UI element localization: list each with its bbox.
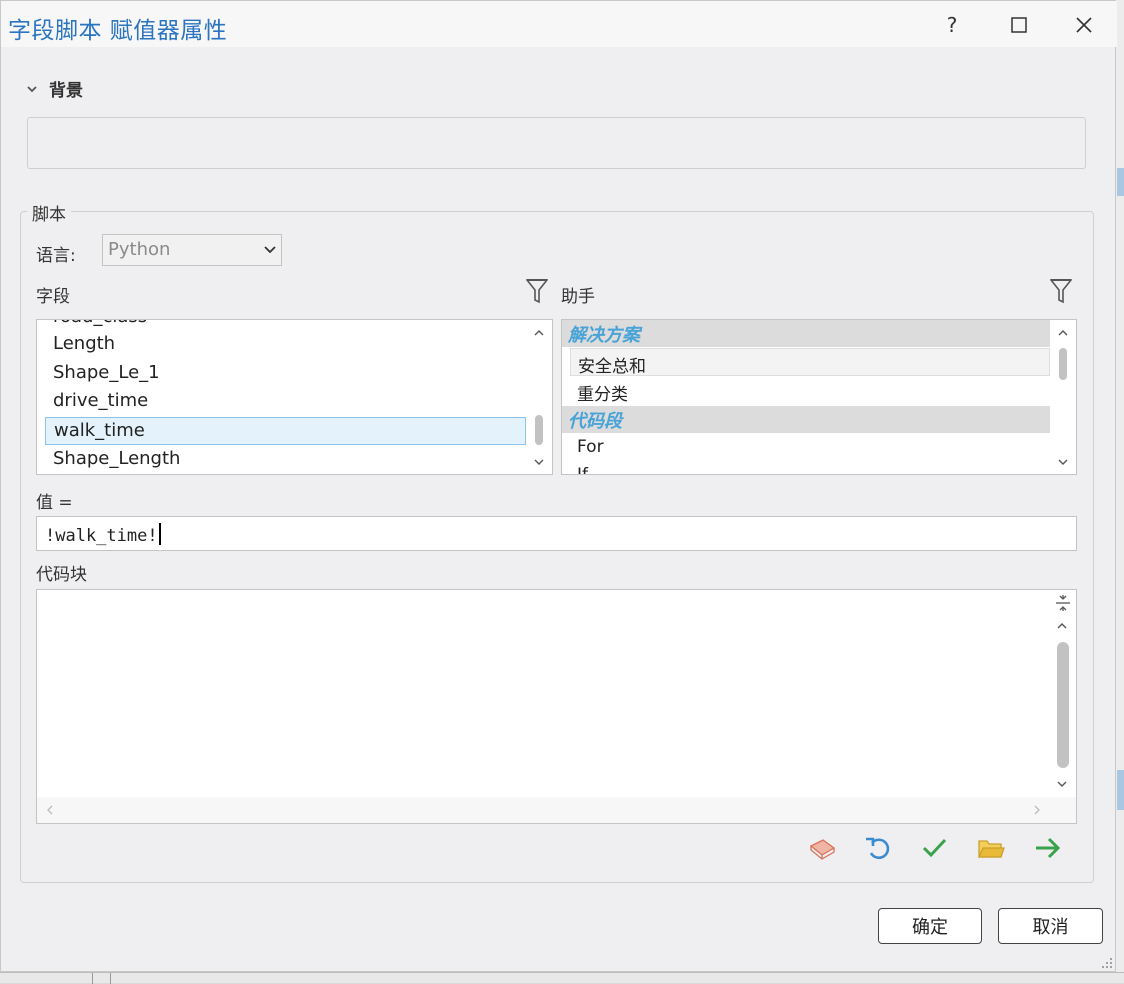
text-caret (158, 523, 161, 545)
chevron-down-icon[interactable] (534, 457, 544, 467)
helper-category: 解决方案 (562, 320, 1051, 347)
code-block-editor[interactable] (36, 589, 1077, 824)
value-expression-input[interactable]: !walk_time! (36, 516, 1077, 551)
scrollbar[interactable] (526, 320, 552, 474)
chevron-down-icon (27, 85, 37, 92)
resize-grip-icon[interactable] (1099, 955, 1113, 969)
description-section-toggle[interactable]: 背景 (27, 76, 83, 101)
value-label: 值 = (36, 493, 73, 513)
language-value: Python (108, 239, 171, 260)
check-icon[interactable] (920, 834, 950, 862)
description-section-label: 背景 (49, 81, 83, 101)
background-highlight (1117, 770, 1124, 810)
chevron-down-icon (264, 246, 276, 254)
helper-item[interactable]: For (570, 434, 1050, 462)
background-window (0, 972, 1124, 984)
description-field[interactable] (27, 117, 1086, 169)
helper-item[interactable]: 重分类 (570, 377, 1050, 405)
list-item[interactable]: drive_time (45, 388, 526, 416)
list-item-selected[interactable]: walk_time (45, 417, 526, 445)
field-script-dialog: 字段脚本 赋值器属性 ? 背景 脚本 语言: Python 字段 助手 road… (0, 0, 1117, 972)
chevron-left-icon[interactable] (45, 805, 55, 815)
fields-label: 字段 (36, 287, 70, 307)
code-block-label: 代码块 (36, 565, 87, 585)
filter-icon[interactable] (1050, 278, 1072, 304)
chevron-up-icon[interactable] (534, 328, 544, 338)
horizontal-scrollbar[interactable] (37, 797, 1076, 823)
folder-icon[interactable] (976, 834, 1006, 862)
close-button[interactable] (1064, 9, 1104, 41)
close-icon (1076, 17, 1092, 33)
scrollbar[interactable] (1048, 590, 1076, 798)
helper-list[interactable]: 解决方案 安全总和 重分类 代码段 For If (561, 319, 1077, 475)
helper-label: 助手 (561, 287, 595, 307)
scrollbar-thumb[interactable] (535, 415, 543, 445)
scrollbar-thumb[interactable] (1059, 348, 1067, 380)
scrollbar[interactable] (1050, 320, 1076, 474)
script-group-label: 脚本 (27, 200, 71, 225)
ok-button[interactable]: 确定 (878, 908, 982, 944)
help-button[interactable]: ? (932, 9, 972, 41)
chevron-up-icon[interactable] (1057, 621, 1067, 631)
scrollbar-thumb[interactable] (1057, 642, 1069, 768)
maximize-button[interactable] (999, 9, 1039, 41)
filter-icon[interactable] (526, 278, 548, 304)
fields-list[interactable]: road_class Length Shape_Le_1 drive_time … (36, 319, 553, 475)
split-editor-icon[interactable] (1055, 594, 1071, 612)
chevron-up-icon[interactable] (1058, 328, 1068, 338)
list-item[interactable]: Shape_Length (45, 446, 526, 474)
title-bar: 字段脚本 赋值器属性 ? (1, 1, 1117, 47)
helper-item[interactable]: 安全总和 (570, 348, 1050, 377)
language-label: 语言: (36, 246, 76, 266)
chevron-down-icon[interactable] (1058, 457, 1068, 467)
undo-icon[interactable] (863, 834, 893, 862)
helper-category: 代码段 (562, 406, 1051, 433)
helper-item[interactable]: If (570, 462, 1050, 474)
cancel-button[interactable]: 取消 (998, 908, 1103, 944)
maximize-icon (1011, 17, 1027, 33)
value-expression-text: !walk_time! (45, 526, 158, 546)
background-window (1116, 0, 1124, 983)
chevron-down-icon[interactable] (1057, 779, 1067, 789)
chevron-right-icon[interactable] (1032, 805, 1042, 815)
book-icon[interactable] (807, 834, 837, 862)
list-item[interactable]: Length (45, 331, 526, 359)
language-select[interactable]: Python (102, 234, 282, 266)
arrow-right-icon[interactable] (1033, 834, 1063, 862)
dialog-title: 字段脚本 赋值器属性 (8, 18, 228, 44)
list-item[interactable]: Shape_Le_1 (45, 360, 526, 388)
background-highlight (1117, 168, 1124, 196)
help-icon: ? (946, 13, 958, 37)
